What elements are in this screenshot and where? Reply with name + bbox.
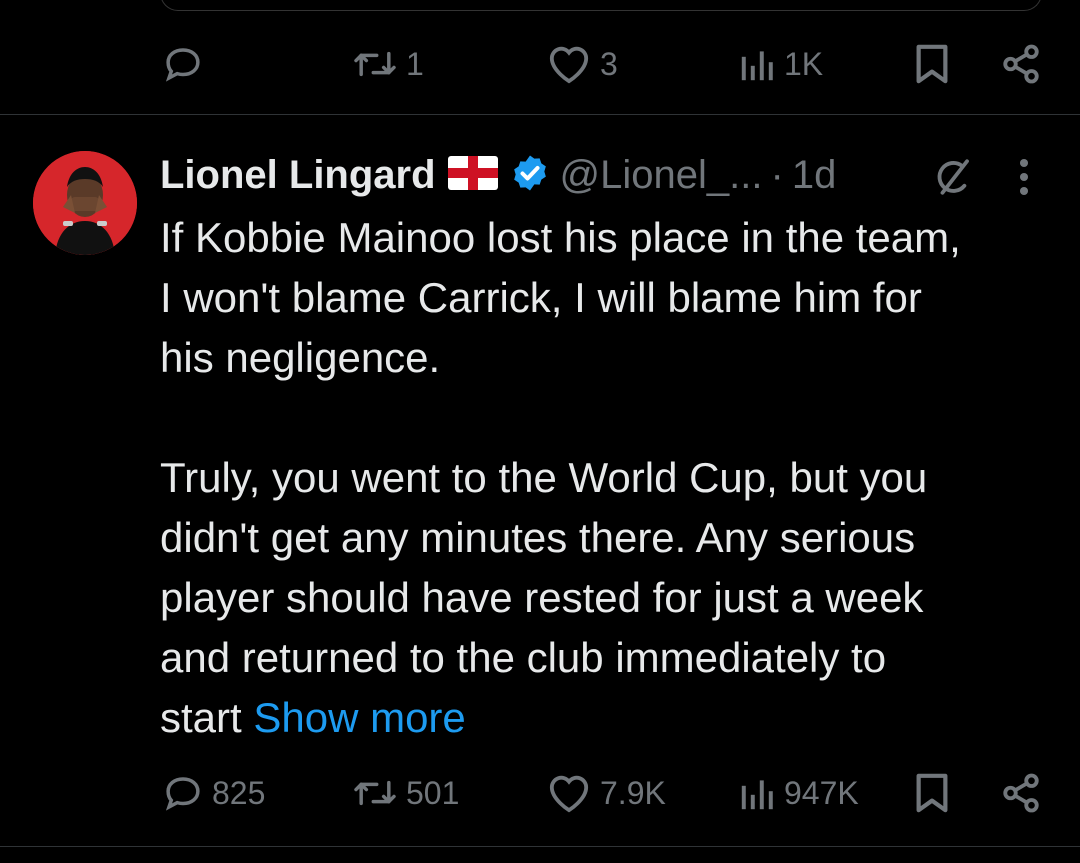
tweet-text-line: player should have rested for just a wee…	[160, 574, 924, 621]
author-name[interactable]: Lionel Lingard	[160, 153, 436, 198]
tweet-timestamp[interactable]: 1d	[792, 153, 837, 198]
tweet-action-bar: 825 501 7.9K 947K	[0, 763, 1080, 823]
tweet-text-line: start	[160, 694, 242, 741]
tweet-text: If Kobbie Mainoo lost his place in the t…	[160, 208, 1060, 748]
quoted-card-edge	[160, 0, 1042, 11]
bookmark-button[interactable]	[914, 763, 950, 823]
retweet-icon	[354, 780, 396, 806]
prev-retweet-button[interactable]: 1	[352, 34, 424, 94]
tweet-text-line: If Kobbie Mainoo lost his place in the t…	[160, 214, 961, 261]
views-icon	[741, 780, 773, 810]
more-vertical-icon	[1019, 158, 1029, 196]
heart-icon	[549, 775, 589, 813]
tweet-header: Lionel Lingard @Lionel_... · 1d	[160, 145, 1050, 205]
bookmark-icon	[916, 44, 948, 84]
prev-share-button[interactable]	[1000, 34, 1042, 94]
author-handle[interactable]: @Lionel_...	[560, 153, 763, 198]
avatar[interactable]	[33, 151, 137, 255]
heart-icon	[549, 46, 589, 84]
bottom-divider	[0, 846, 1080, 847]
grok-button[interactable]	[932, 156, 974, 203]
prev-views-count: 1K	[784, 45, 824, 82]
reply-icon	[165, 48, 200, 82]
reply-count: 825	[212, 774, 266, 811]
bookmark-icon	[916, 773, 948, 813]
prev-bookmark-button[interactable]	[914, 34, 950, 94]
show-more-link[interactable]: Show more	[253, 694, 465, 741]
tweet-text-line: I won't blame Carrick, I will blame him …	[160, 274, 922, 321]
prev-like-button[interactable]: 3	[546, 34, 618, 94]
views-icon	[741, 51, 773, 81]
reply-icon	[165, 777, 200, 811]
retweet-count: 501	[406, 774, 460, 811]
share-icon	[1003, 44, 1039, 84]
share-icon	[1003, 773, 1039, 813]
england-flag-icon	[447, 155, 498, 195]
share-button[interactable]	[1000, 763, 1042, 823]
prev-retweet-count: 1	[406, 45, 424, 82]
views-button[interactable]: 947K	[740, 763, 859, 823]
tweet-text-line: and returned to the club immediately to	[160, 634, 887, 681]
prev-views-button[interactable]: 1K	[740, 34, 823, 94]
grok-icon	[937, 159, 969, 195]
avatar-photo	[33, 151, 137, 255]
tweet-text-line: didn't get any minutes there. Any seriou…	[160, 514, 916, 561]
verified-badge-icon[interactable]	[510, 153, 550, 198]
views-count: 947K	[784, 774, 859, 811]
like-count: 7.9K	[600, 774, 666, 811]
separator-dot: ·	[770, 152, 784, 197]
more-options-button[interactable]	[1014, 156, 1034, 203]
tweet-text-line: Truly, you went to the World Cup, but yo…	[160, 454, 928, 501]
tweet-text-line: his negligence.	[160, 334, 441, 381]
tweet-divider	[0, 114, 1080, 115]
prev-tweet-action-bar: 1 3 1K	[0, 34, 1080, 94]
retweet-button[interactable]: 501	[352, 763, 459, 823]
prev-reply-button[interactable]	[162, 34, 204, 94]
reply-button[interactable]: 825	[162, 763, 265, 823]
retweet-icon	[354, 51, 396, 77]
prev-like-count: 3	[600, 45, 618, 82]
like-button[interactable]: 7.9K	[546, 763, 666, 823]
